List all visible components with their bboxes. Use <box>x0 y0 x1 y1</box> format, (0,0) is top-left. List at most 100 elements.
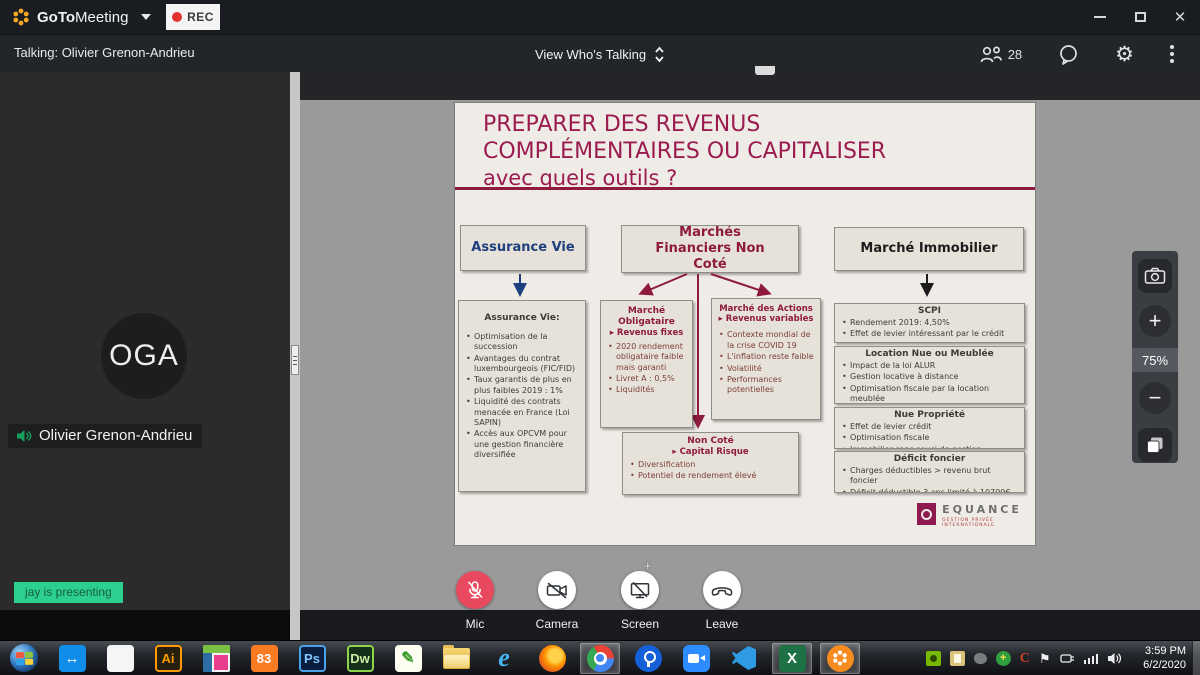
avatar: OGA <box>101 313 187 399</box>
ccleaner-tray-icon[interactable]: C <box>1020 651 1030 667</box>
taskbar-dreamweaver[interactable]: Dw <box>340 643 380 674</box>
screen-button[interactable] <box>621 571 659 609</box>
taskbar-firefox[interactable] <box>532 643 572 674</box>
settings-button[interactable]: ⚙ <box>1097 35 1152 73</box>
view-selector[interactable]: View Who's Talking <box>529 43 671 66</box>
header-marche-immobilier: Marché Immobilier <box>834 227 1024 271</box>
gotomeeting-window: GoToMeeting REC ✕ Talking: Olivier Greno… <box>0 0 1200 675</box>
view-layout-button[interactable] <box>1138 428 1172 462</box>
taskbar-photoshop[interactable]: Ps <box>292 643 332 674</box>
taskbar-teamviewer[interactable]: ↔ <box>52 643 92 674</box>
box-deficit-foncier: Déficit foncier Charges déductibles > re… <box>834 451 1025 493</box>
power-tray-icon[interactable] <box>1060 651 1075 666</box>
minimize-button[interactable] <box>1080 0 1120 34</box>
start-button[interactable] <box>4 643 44 674</box>
box-marche-des-actions: Marché des Actions ▸ Revenus variables C… <box>711 298 821 420</box>
taskbar-clock[interactable]: 3:59 PM 6/2/2020 <box>1143 644 1186 672</box>
bullet-item: Potentiel de rendement élevé <box>638 471 793 481</box>
box-scpi: SCPI Rendement 2019: 4,50% Effet de levi… <box>834 303 1025 343</box>
dock-grabber-handle[interactable] <box>755 66 775 75</box>
tiles-app-icon <box>203 645 230 672</box>
taskbar-xampp[interactable]: 83 <box>244 643 284 674</box>
clipboard-tray-icon[interactable] <box>950 651 965 666</box>
bullet-item: Taux garantis de plus en plus faibles 20… <box>474 375 580 396</box>
taskbar-file-explorer[interactable] <box>436 643 476 674</box>
maximize-button[interactable] <box>1120 0 1160 34</box>
app-menu[interactable]: GoToMeeting <box>12 8 151 26</box>
zoom-in-button[interactable]: + <box>1139 305 1171 337</box>
taskbar-zoom[interactable] <box>676 643 716 674</box>
daisy-icon <box>832 650 848 666</box>
divider-grip[interactable] <box>291 345 299 375</box>
close-button[interactable]: ✕ <box>1160 0 1200 34</box>
box-location-nue-meublee: Location Nue ou Meublée Impact de la loi… <box>834 346 1025 404</box>
speaker-icon <box>16 429 32 443</box>
bullet-item: Gestion locative à distance <box>850 372 1019 382</box>
layers-icon <box>1145 435 1165 455</box>
presenter-cursor-icon: + <box>644 558 652 573</box>
shared-presentation-slide: PREPARER DES REVENUS COMPLÉMENTAIRES OU … <box>455 103 1035 545</box>
nvidia-tray-icon[interactable] <box>926 651 941 666</box>
gear-icon: ⚙ <box>1115 44 1134 65</box>
box-nue-propriete: Nue Propriété Effet de levier crédit Opt… <box>834 407 1025 449</box>
snapshot-camera-icon <box>1144 267 1166 285</box>
recording-indicator[interactable]: REC <box>166 4 220 30</box>
photoshop-icon: Ps <box>299 645 326 672</box>
webcam-panel: OGA Olivier Grenon-Andrieu jay is presen… <box>0 72 290 610</box>
taskbar-excel[interactable]: X <box>772 643 812 674</box>
hidden-tray-icon[interactable] <box>974 653 987 664</box>
mic-button[interactable] <box>456 571 494 609</box>
bullet-item: Optimisation fiscale <box>850 433 1019 443</box>
xampp-icon: 83 <box>251 645 278 672</box>
show-desktop-button[interactable] <box>1192 641 1200 675</box>
antivirus-tray-icon[interactable]: + <box>996 651 1011 666</box>
pin-app-icon <box>635 645 662 672</box>
excel-icon: X <box>779 645 806 672</box>
chat-button[interactable] <box>1040 35 1097 73</box>
zoom-out-button[interactable]: − <box>1139 382 1171 414</box>
sort-chevrons-icon <box>654 46 665 63</box>
bullet-item: Liquidité des contrats menacée en France… <box>474 397 580 428</box>
taskbar-vscode[interactable] <box>724 643 764 674</box>
talking-status: Talking: Olivier Grenon-Andrieu <box>14 45 195 60</box>
volume-tray-icon[interactable] <box>1107 651 1122 666</box>
box-non-cote: Non Coté ▸ Capital Risque Diversificatio… <box>622 432 799 495</box>
taskbar-internet-explorer[interactable]: e <box>484 643 524 674</box>
left-panel-footer <box>0 610 290 640</box>
chrome-icon <box>587 645 614 672</box>
teamviewer-icon: ↔ <box>59 645 86 672</box>
notepad-icon: ✎ <box>395 645 422 672</box>
snapshot-button[interactable] <box>1138 259 1172 293</box>
more-options-button[interactable] <box>1152 35 1192 73</box>
windows-orb-icon <box>10 644 39 673</box>
camera-button[interactable] <box>538 571 576 609</box>
taskbar-launcher[interactable] <box>100 643 140 674</box>
header-assurance-vie: Assurance Vie <box>460 225 586 271</box>
leave-button[interactable] <box>703 571 741 609</box>
action-center-flag-icon[interactable]: ⚑ <box>1039 651 1051 667</box>
vscode-icon <box>732 646 756 670</box>
chat-bubble-icon <box>1058 44 1079 65</box>
clock-time: 3:59 PM <box>1143 644 1186 658</box>
hangup-phone-icon <box>710 583 734 597</box>
dreamweaver-icon: Dw <box>347 645 374 672</box>
bullet-item: Déficit déductible 3 ans limité à 10700€ <box>850 488 1019 493</box>
panel-divider[interactable] <box>290 72 300 640</box>
network-signal-icon[interactable] <box>1084 654 1099 664</box>
camera-control: Camera <box>518 571 596 631</box>
bullet-item: Diversification <box>638 460 793 470</box>
taskbar-gotomeeting[interactable] <box>820 643 860 674</box>
taskbar-notepad[interactable]: ✎ <box>388 643 428 674</box>
viewer-top-strip <box>300 72 1200 100</box>
bullet-item: Avantages du contrat luxembourgeois (FIC… <box>474 354 580 375</box>
taskbar-pin-app[interactable] <box>628 643 668 674</box>
taskbar-tiles-app[interactable] <box>196 643 236 674</box>
participants-button[interactable]: 28 <box>961 35 1040 73</box>
box-marche-obligataire: Marché Obligataire ▸ Revenus fixes 2020 … <box>600 300 693 428</box>
zoom-app-icon <box>683 645 710 672</box>
bullet-item: Liquidités <box>616 385 687 395</box>
taskbar-illustrator[interactable]: Ai <box>148 643 188 674</box>
box-assurance-vie: Assurance Vie: Optimisation de la succes… <box>458 300 586 492</box>
equance-mark-icon <box>917 503 936 525</box>
taskbar-chrome[interactable] <box>580 643 620 674</box>
